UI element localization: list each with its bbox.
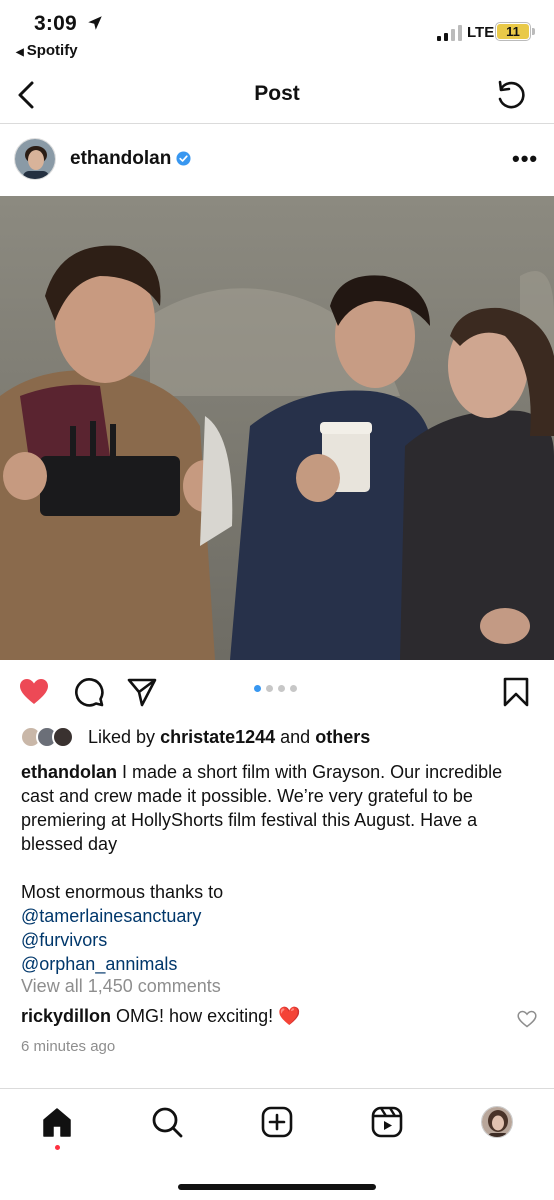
- carousel-dot: [266, 685, 273, 692]
- mention-link[interactable]: @orphan_annimals: [21, 952, 536, 976]
- share-icon[interactable]: [126, 676, 158, 708]
- post-actions: [0, 660, 554, 722]
- bottom-tab-bar: [0, 1088, 554, 1200]
- carousel-dot: [290, 685, 297, 692]
- profile-avatar[interactable]: [481, 1106, 513, 1138]
- view-all-comments-link[interactable]: View all 1,450 comments: [21, 976, 221, 997]
- search-icon[interactable]: [150, 1105, 184, 1139]
- mention-link[interactable]: @tamerlainesanctuary: [21, 904, 536, 928]
- post-caption: ethandolan I made a short film with Gray…: [21, 760, 536, 976]
- mention-link[interactable]: @furvivors: [21, 928, 536, 952]
- author-username[interactable]: ethandolan: [70, 148, 171, 170]
- notification-dot: [55, 1145, 60, 1150]
- post-header: ethandolan •••: [0, 124, 554, 196]
- likes-text: Liked by christate1244 and others: [88, 727, 370, 748]
- back-to-app-link[interactable]: ◀ Spotify: [16, 42, 78, 59]
- carousel-indicator: [254, 685, 297, 692]
- home-indicator: [178, 1184, 376, 1190]
- post-photo[interactable]: [0, 196, 554, 660]
- liked-by-user[interactable]: christate1244: [160, 727, 275, 747]
- battery-icon: 11: [495, 22, 531, 41]
- page-title: Post: [254, 82, 300, 105]
- battery-level: 11: [497, 24, 529, 39]
- comment-icon[interactable]: [73, 676, 105, 708]
- carousel-dot: [278, 685, 285, 692]
- battery-tip: [532, 28, 535, 35]
- liked-by-others[interactable]: others: [315, 727, 370, 747]
- status-bar: 3:09 ◀ Spotify LTE 11: [0, 0, 554, 70]
- back-triangle-icon: ◀: [16, 47, 24, 58]
- network-label: LTE: [467, 24, 495, 41]
- back-app-label: Spotify: [26, 42, 78, 59]
- comment-text: OMG! how exciting!: [116, 1006, 274, 1026]
- likes-summary[interactable]: Liked by christate1244 and others: [20, 724, 540, 752]
- liked-by-and: and: [280, 727, 311, 747]
- post-timestamp: 6 minutes ago: [21, 1038, 116, 1055]
- caption-body: ethandolan I made a short film with Gray…: [21, 760, 536, 856]
- carousel-dot-active: [254, 685, 261, 692]
- heart-filled-icon[interactable]: [18, 676, 50, 708]
- photo-image: [0, 196, 554, 660]
- nav-bar: Post: [0, 70, 554, 124]
- refresh-icon[interactable]: [494, 78, 528, 112]
- caption-thanks: Most enormous thanks to: [21, 882, 224, 902]
- reels-icon[interactable]: [370, 1105, 404, 1139]
- liker-avatars: [20, 726, 84, 748]
- comment-preview: rickydillon OMG! how exciting! ❤️: [21, 1006, 301, 1027]
- liker-avatar: [52, 726, 74, 748]
- author-avatar[interactable]: [14, 138, 56, 180]
- comment-like-icon[interactable]: [517, 1010, 537, 1028]
- comment-emoji: ❤️: [278, 1006, 301, 1026]
- status-time: 3:09: [34, 12, 77, 35]
- profile-avatar-image: [482, 1107, 512, 1137]
- caption-username[interactable]: ethandolan: [21, 762, 117, 782]
- location-arrow-icon: [88, 16, 102, 30]
- comment-username[interactable]: rickydillon: [21, 1006, 111, 1026]
- liked-by-prefix: Liked by: [88, 727, 156, 747]
- verified-badge-icon: [176, 151, 191, 166]
- bookmark-icon[interactable]: [500, 676, 532, 708]
- signal-icon: [437, 25, 462, 41]
- avatar-image: [15, 139, 55, 179]
- create-icon[interactable]: [260, 1105, 294, 1139]
- more-options-button[interactable]: •••: [512, 146, 538, 172]
- home-icon[interactable]: [40, 1105, 74, 1139]
